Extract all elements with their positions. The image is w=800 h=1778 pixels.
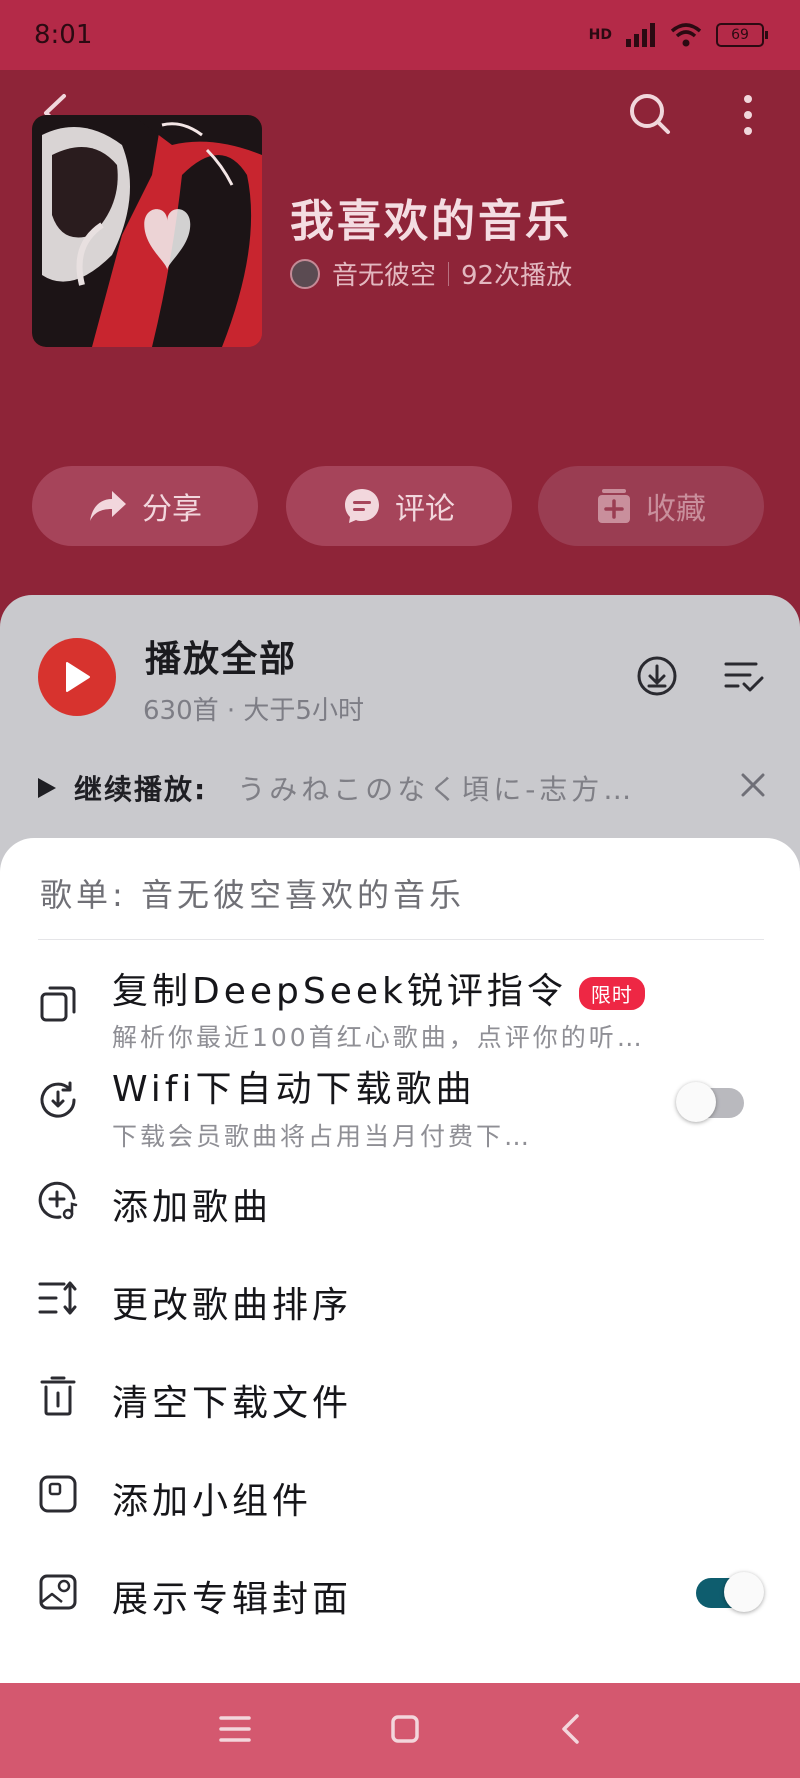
menu-divider [38,939,764,940]
album-cover-icon [38,1572,78,1612]
auto-download-icon [38,1080,78,1120]
download-button[interactable] [636,655,678,701]
back-chevron-icon [561,1713,579,1744]
more-button[interactable] [736,94,760,140]
multi-select-button[interactable] [724,658,764,698]
continue-playback-row[interactable]: 继续播放: うみねこのなく頃に-志方… [36,768,766,808]
play-all-button[interactable] [38,638,116,716]
copy-icon [38,984,78,1024]
search-icon [630,94,670,134]
divider [448,261,450,286]
system-nav-bar [0,1683,800,1778]
close-icon [741,773,765,796]
comment-button[interactable]: 评论 [286,466,512,546]
toggle-knob [676,1082,716,1122]
continue-play-icon [38,778,56,798]
menu-item-sort[interactable]: 更改歌曲排序 [112,1276,352,1328]
status-icons: HD 69 [588,22,768,48]
continue-label: 继续播放: [74,773,208,806]
menu-lines-icon [219,1715,252,1742]
menu-item-deepseek-sub: 解析你最近100首红心歌曲，点评你的听… [112,1023,645,1052]
comment-label: 评论 [395,492,455,527]
wifi-icon [670,23,702,47]
menu-item-deepseek-label: 复制DeepSeek锐评指令 [112,971,567,1012]
collect-icon [598,489,630,523]
wifi-download-toggle[interactable] [676,1082,744,1122]
menu-title: 歌单: 音无彼空喜欢的音乐 [40,876,465,914]
playlist-title: 我喜欢的音乐 [290,196,572,247]
add-song-icon [38,1180,78,1220]
menu-item-add-song[interactable]: 添加歌曲 [112,1178,272,1230]
share-icon [90,491,126,521]
menu-item-clear-downloads[interactable]: 清空下载文件 [112,1374,352,1426]
menu-item-wifi-download[interactable]: Wifi下自动下载歌曲 [112,1060,475,1112]
search-button[interactable] [628,92,672,140]
download-icon [637,656,677,696]
menu-item-add-widget[interactable]: 添加小组件 [112,1472,312,1524]
creator-avatar[interactable] [290,258,320,289]
status-bar: 8:01 HD 69 [0,0,800,70]
collect-button[interactable]: 收藏 [538,466,764,546]
widget-icon [38,1474,78,1514]
creator-row[interactable]: 音无彼空 92次播放 [290,255,572,292]
playlist-cover[interactable] [32,115,262,347]
signal-icon [626,23,655,47]
cover-artwork [32,115,262,347]
status-time: 8:01 [34,20,93,50]
battery-icon: 69 [716,23,768,47]
menu-item-album-cover[interactable]: 展示专辑封面 [112,1570,352,1622]
home-square-icon [391,1714,419,1743]
play-all-label[interactable]: 播放全部 [145,630,297,682]
play-icon [66,662,90,692]
album-cover-toggle[interactable] [696,1572,764,1612]
toggle-knob [724,1572,764,1612]
comment-icon [345,489,379,523]
menu-item-deepseek[interactable]: 复制DeepSeek锐评指令 限时 [112,962,645,1014]
play-count: 92次播放 [461,261,573,291]
home-button[interactable] [390,1714,420,1748]
menu-item-wifi-download-sub: 下载会员歌曲将占用当月付费下… [112,1122,533,1151]
share-label: 分享 [142,492,202,527]
sort-icon [38,1278,78,1318]
system-back-button[interactable] [559,1713,581,1749]
trash-icon [38,1376,78,1416]
share-button[interactable]: 分享 [32,466,258,546]
continue-song[interactable]: うみねこのなく頃に-志方… [237,768,677,808]
recent-apps-button[interactable] [219,1715,252,1747]
network-type: HD [588,27,612,43]
list-check-icon [724,662,764,692]
more-vertical-icon [744,95,752,135]
collect-label: 收藏 [646,492,706,527]
close-continue-button[interactable] [740,772,766,805]
limited-badge: 限时 [578,976,645,1010]
creator-name[interactable]: 音无彼空 [332,255,436,292]
battery-level: 69 [731,27,749,43]
track-count-info: 630首 · 大于5小时 [143,696,364,726]
